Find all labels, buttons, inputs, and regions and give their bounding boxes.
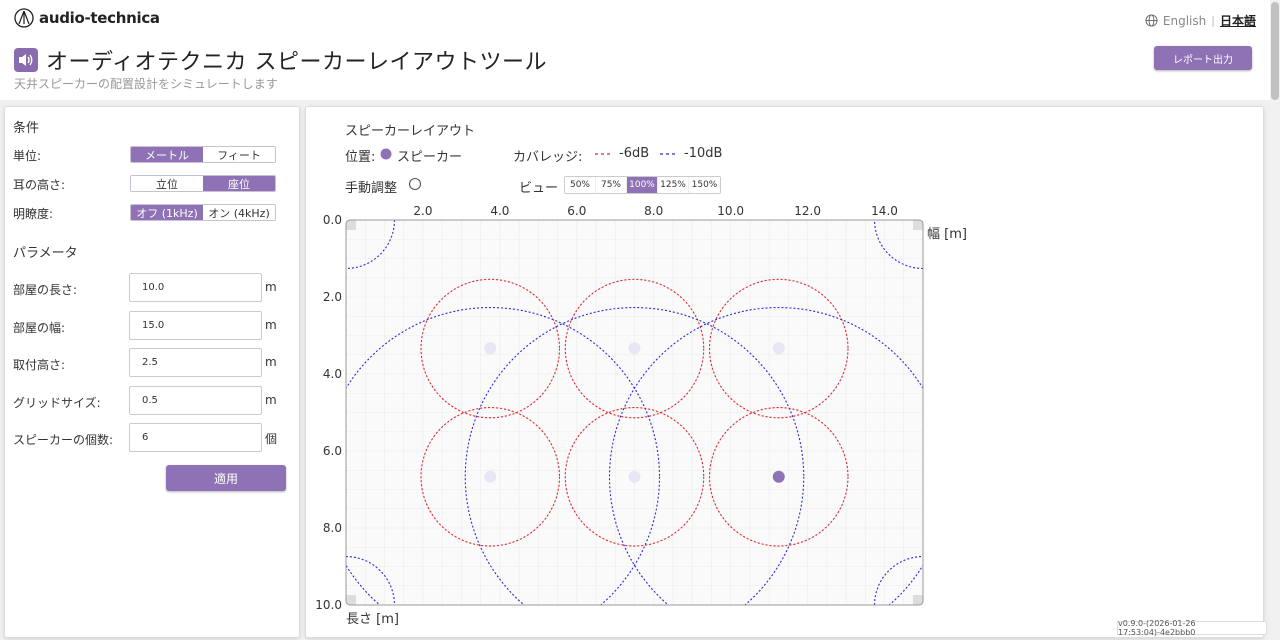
coverage-6db-line-icon	[595, 153, 611, 155]
y-tick-label: 0.0	[323, 213, 342, 227]
length-axis-label: 長さ [m]	[346, 612, 399, 627]
room-width-input[interactable]: 15.0	[129, 311, 262, 340]
speaker-marker	[772, 470, 785, 483]
x-tick-label: 8.0	[644, 204, 663, 218]
page-scrollbar[interactable]	[1270, 0, 1280, 640]
y-tick-label: 4.0	[323, 367, 342, 381]
speaker-legend-dot-icon	[380, 148, 392, 160]
parameters-title: パラメータ	[13, 246, 78, 261]
lang-english-link[interactable]: English	[1163, 14, 1206, 28]
speaker-marker	[628, 342, 641, 355]
globe-icon	[1145, 14, 1158, 27]
speaker-layout-plot[interactable]: 2.0 4.0 6.0 8.0 10.0 12.0 14.0 0.0 2.0 4.0 6.0 8.0 1…	[305, 195, 1005, 635]
x-tick-label: 10.0	[717, 204, 744, 218]
room-width-label: 部屋の幅:	[13, 321, 66, 335]
lang-japanese-link[interactable]: 日本語	[1220, 12, 1256, 29]
clarity-on-option[interactable]: オン (4kHz)	[203, 205, 275, 220]
speaker-icon	[14, 48, 38, 72]
grid-size-input[interactable]: 0.5	[129, 386, 262, 415]
page-title: オーディオテクニカ スピーカーレイアウトツール	[46, 50, 547, 75]
y-tick-label: 2.0	[323, 290, 342, 304]
room-length-unit: m	[265, 280, 277, 294]
x-tick-label: 6.0	[567, 204, 586, 218]
speaker-marker	[484, 470, 497, 483]
manual-adjust-radio[interactable]	[408, 177, 422, 191]
position-label: 位置:	[345, 150, 376, 165]
unit-label: 単位:	[13, 149, 42, 163]
title-row: オーディオテクニカ スピーカーレイアウトツール	[14, 44, 547, 76]
ear-standing-option[interactable]: 立位	[131, 176, 203, 191]
page-subtitle: 天井スピーカーの配置設計をシミュレートします	[14, 77, 278, 91]
grid-size-label: グリッドサイズ:	[13, 396, 101, 410]
zoom-150-option[interactable]: 150%	[689, 177, 720, 193]
ear-height-label: 耳の高さ:	[13, 178, 66, 192]
coverage-10db-label: -10dB	[684, 146, 723, 161]
x-tick-label: 12.0	[794, 204, 821, 218]
clarity-label: 明瞭度:	[13, 207, 54, 221]
x-tick-label: 14.0	[871, 204, 898, 218]
coverage-10db-line-icon	[660, 153, 676, 155]
zoom-125-option[interactable]: 125%	[658, 177, 689, 193]
conditions-panel: 条件 単位: メートル フィート 耳の高さ: 立位 座位 明瞭度: オフ (1k…	[4, 106, 300, 638]
clarity-off-option[interactable]: オフ (1kHz)	[131, 205, 203, 220]
clarity-toggle: オフ (1kHz) オン (4kHz)	[130, 204, 276, 221]
room-width-unit: m	[265, 318, 277, 332]
conditions-title: 条件	[13, 121, 40, 136]
lang-separator: |	[1211, 14, 1215, 27]
mount-height-label: 取付高さ:	[13, 358, 66, 372]
scrollbar-thumb[interactable]	[1271, 2, 1279, 100]
coverage-6db-label: -6dB	[619, 146, 650, 161]
ear-height-toggle: 立位 座位	[130, 175, 276, 192]
speaker-count-unit: 個	[265, 432, 278, 446]
width-axis-label: 幅 [m]	[927, 227, 967, 242]
unit-meter-option[interactable]: メートル	[131, 147, 203, 162]
zoom-75-option[interactable]: 75%	[596, 177, 627, 193]
ear-seated-option[interactable]: 座位	[203, 176, 275, 191]
logo-text: audio-technica	[39, 9, 160, 27]
layout-title: スピーカーレイアウト	[345, 124, 476, 139]
view-label: ビュー	[519, 181, 559, 196]
x-tick-label: 2.0	[413, 204, 432, 218]
grid-size-unit: m	[265, 393, 277, 407]
room-length-input[interactable]: 10.0	[129, 273, 262, 302]
audio-technica-logo-icon	[14, 8, 34, 28]
mount-height-input[interactable]: 2.5	[129, 348, 262, 377]
speaker-count-label: スピーカーの個数:	[13, 433, 114, 447]
zoom-100-option[interactable]: 100%	[627, 177, 658, 193]
y-tick-label: 8.0	[323, 521, 342, 535]
zoom-50-option[interactable]: 50%	[565, 177, 596, 193]
apply-button[interactable]: 適用	[166, 465, 286, 491]
unit-toggle: メートル フィート	[130, 146, 276, 163]
x-tick-label: 4.0	[490, 204, 509, 218]
unit-feet-option[interactable]: フィート	[203, 147, 275, 162]
zoom-selector: 50% 75% 100% 125% 150%	[564, 176, 721, 194]
y-tick-label: 6.0	[323, 444, 342, 458]
logo[interactable]: audio-technica	[14, 8, 160, 28]
mount-height-unit: m	[265, 355, 277, 369]
speaker-marker	[628, 470, 641, 483]
speaker-count-input[interactable]: 6	[129, 423, 262, 452]
version-label: v0.9.0-(2026-01-26 17:53:04)-4e2bbb0	[1117, 619, 1267, 637]
speaker-marker	[484, 342, 497, 355]
manual-adjust-label: 手動調整	[345, 181, 398, 196]
speaker-marker	[772, 342, 785, 355]
y-tick-label: 10.0	[315, 598, 342, 612]
plot-grid	[346, 220, 923, 605]
room-length-label: 部屋の長さ:	[13, 283, 78, 297]
header: audio-technica English | 日本語 オーディオテクニカ ス…	[0, 0, 1270, 100]
report-export-button[interactable]: レポート出力	[1154, 46, 1252, 70]
speaker-legend-label: スピーカー	[397, 150, 463, 165]
language-switcher: English | 日本語	[1145, 12, 1256, 29]
coverage-label: カバレッジ:	[513, 150, 583, 165]
